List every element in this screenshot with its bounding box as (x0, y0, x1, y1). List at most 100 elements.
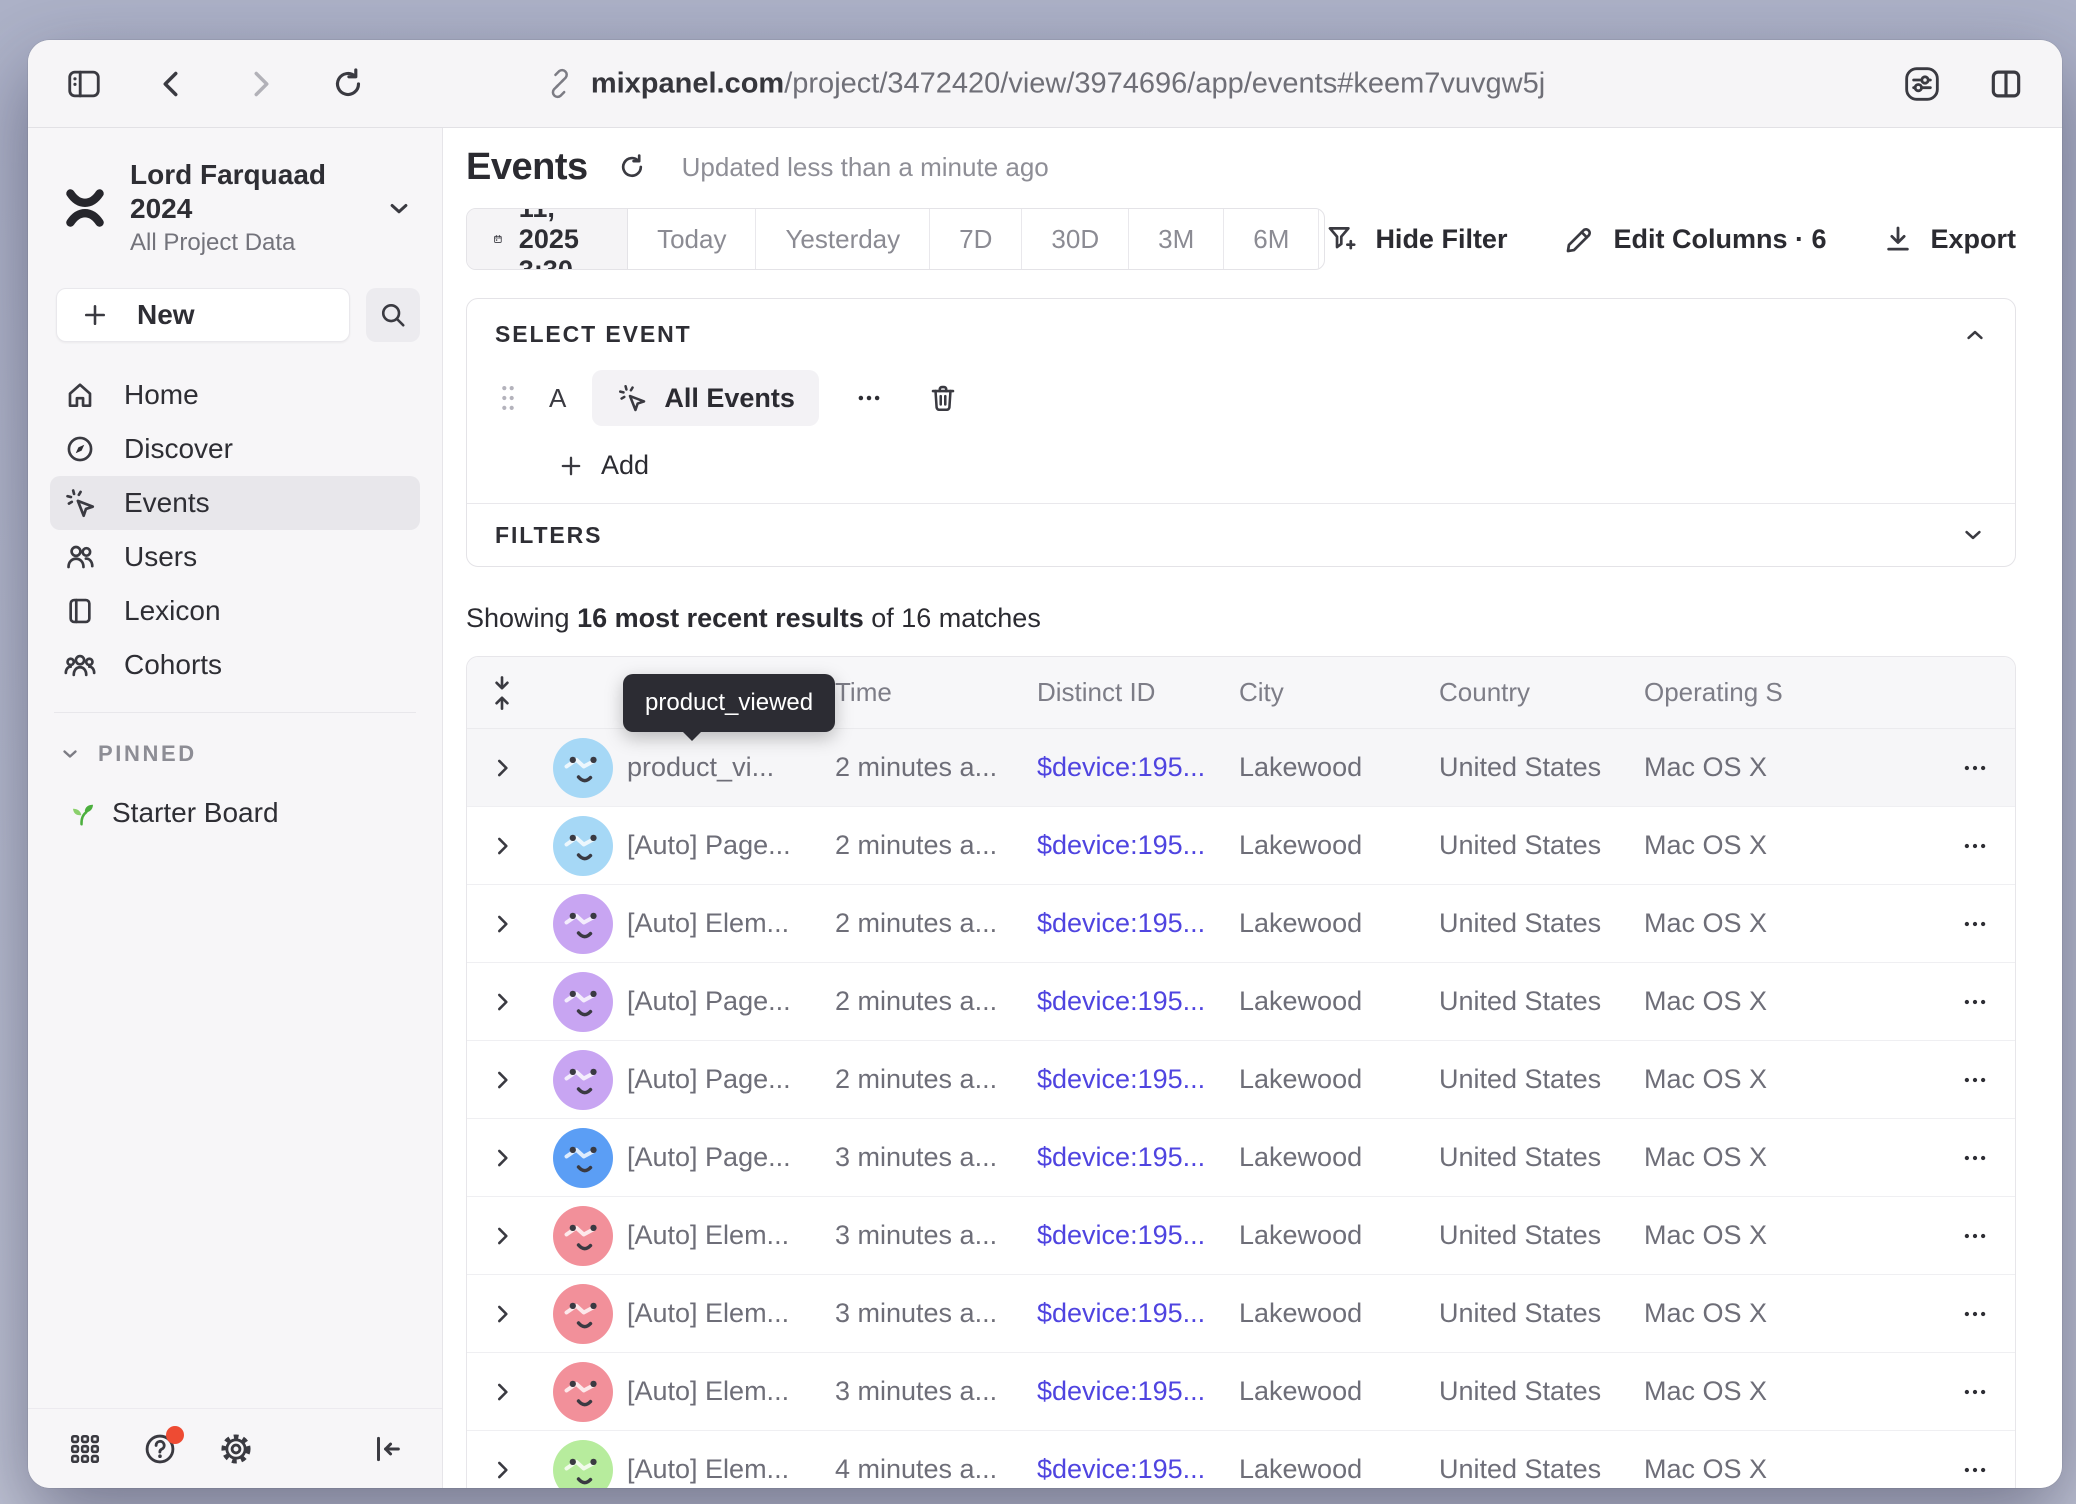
table-row[interactable]: [Auto] Page... 2 minutes a... $device:19… (467, 963, 2015, 1041)
row-menu-button[interactable] (1874, 1455, 2015, 1485)
chevron-up-icon[interactable] (1961, 321, 1989, 349)
expand-row-icon[interactable] (467, 1379, 537, 1405)
collapse-rows-icon[interactable] (467, 675, 537, 711)
sidebar-item-home[interactable]: Home (50, 368, 420, 422)
gear-icon[interactable] (218, 1431, 254, 1467)
desktop-background: mixpanel.com/project/3472420/view/397469… (0, 0, 2076, 1504)
workspace-switcher[interactable]: Lord Farquaad 2024 All Project Data (28, 128, 442, 258)
distinct-id-link[interactable]: $device:195... (1037, 1064, 1239, 1095)
date-picker[interactable]: Mar 11, 2025 3:30 pm (467, 209, 628, 269)
drag-handle-icon[interactable] (499, 382, 517, 414)
preset-today[interactable]: Today (628, 209, 756, 269)
compass-icon (62, 433, 98, 465)
sidebar-item-starter-board[interactable]: Starter Board (28, 767, 442, 829)
expand-row-icon[interactable] (467, 1067, 537, 1093)
distinct-id-link[interactable]: $device:195... (1037, 908, 1239, 939)
tune-icon[interactable] (1900, 62, 1944, 106)
more-dots-icon[interactable] (845, 374, 893, 422)
event-name-cell: product_vi... (627, 752, 835, 783)
event-tooltip: product_viewed (623, 674, 835, 732)
filters-section[interactable]: FILTERS (467, 504, 2015, 566)
column-header-country[interactable]: Country (1439, 677, 1644, 708)
table-row[interactable]: [Auto] Elem... 3 minutes a... $device:19… (467, 1197, 2015, 1275)
column-header-city[interactable]: City (1239, 677, 1439, 708)
table-row[interactable]: [Auto] Elem... 3 minutes a... $device:19… (467, 1353, 2015, 1431)
pinned-section-header[interactable]: PINNED (28, 713, 442, 767)
row-menu-button[interactable] (1874, 1143, 2015, 1173)
collapse-sidebar-icon[interactable] (370, 1432, 404, 1466)
distinct-id-link[interactable]: $device:195... (1037, 752, 1239, 783)
sidebar-item-users[interactable]: Users (50, 530, 420, 584)
distinct-id-link[interactable]: $device:195... (1037, 1298, 1239, 1329)
more-dots-icon (1960, 1143, 1990, 1173)
table-row[interactable]: [Auto] Page... 2 minutes a... $device:19… (467, 1041, 2015, 1119)
pinned-label: PINNED (98, 741, 197, 767)
row-menu-button[interactable] (1874, 1377, 2015, 1407)
distinct-id-link[interactable]: $device:195... (1037, 1454, 1239, 1485)
expand-row-icon[interactable] (467, 989, 537, 1015)
distinct-id-link[interactable]: $device:195... (1037, 1142, 1239, 1173)
search-icon (378, 300, 408, 330)
column-header-time[interactable]: Time (835, 677, 1037, 708)
preset-yesterday[interactable]: Yesterday (756, 209, 930, 269)
event-selector-chip[interactable]: All Events (592, 370, 819, 426)
preset-7d[interactable]: 7D (930, 209, 1022, 269)
sidebar-item-lexicon[interactable]: Lexicon (50, 584, 420, 638)
row-menu-button[interactable] (1874, 831, 2015, 861)
row-menu-button[interactable] (1874, 1299, 2015, 1329)
os-cell: Mac OS X (1644, 752, 1874, 783)
new-button[interactable]: New (56, 288, 350, 342)
sidebar-item-label: Cohorts (124, 649, 222, 681)
expand-row-icon[interactable] (467, 1301, 537, 1327)
distinct-id-link[interactable]: $device:195... (1037, 1376, 1239, 1407)
event-name-cell: [Auto] Elem... (627, 908, 835, 939)
row-menu-button[interactable] (1874, 753, 2015, 783)
city-cell: Lakewood (1239, 1454, 1439, 1485)
main-content: Events Updated less than a minute ago Ma… (443, 128, 2062, 1488)
distinct-id-link[interactable]: $device:195... (1037, 830, 1239, 861)
expand-row-icon[interactable] (467, 1145, 537, 1171)
row-menu-button[interactable] (1874, 1065, 2015, 1095)
refresh-icon[interactable] (612, 147, 652, 187)
sidebar-item-cohorts[interactable]: Cohorts (50, 638, 420, 692)
distinct-id-link[interactable]: $device:195... (1037, 1220, 1239, 1251)
preset-30d[interactable]: 30D (1022, 209, 1129, 269)
add-event-button[interactable]: Add (557, 450, 1987, 481)
search-button[interactable] (366, 288, 420, 342)
column-header-os[interactable]: Operating S (1644, 677, 1874, 708)
hide-filter-button[interactable]: Hide Filter (1325, 222, 1507, 256)
expand-row-icon[interactable] (467, 911, 537, 937)
table-row[interactable]: [Auto] Page... 2 minutes a... $device:19… (467, 807, 2015, 885)
filter-plus-icon (1325, 222, 1359, 256)
sidebar-toggle-icon[interactable] (62, 62, 106, 106)
help-icon[interactable] (142, 1431, 178, 1467)
column-header-distinct-id[interactable]: Distinct ID (1037, 677, 1239, 708)
expand-row-icon[interactable] (467, 1457, 537, 1483)
back-icon[interactable] (150, 62, 194, 106)
os-cell: Mac OS X (1644, 1298, 1874, 1329)
row-menu-button[interactable] (1874, 1221, 2015, 1251)
table-row[interactable]: [Auto] Elem... 2 minutes a... $device:19… (467, 885, 2015, 963)
table-row[interactable]: [Auto] Elem... 3 minutes a... $device:19… (467, 1275, 2015, 1353)
row-menu-button[interactable] (1874, 909, 2015, 939)
apps-grid-icon[interactable] (68, 1432, 102, 1466)
date-picker-value: Mar 11, 2025 3:30 pm (519, 208, 601, 270)
row-menu-button[interactable] (1874, 987, 2015, 1017)
table-row[interactable]: [Auto] Page... 3 minutes a... $device:19… (467, 1119, 2015, 1197)
export-button[interactable]: Export (1882, 223, 2016, 255)
expand-row-icon[interactable] (467, 1223, 537, 1249)
split-view-icon[interactable] (1984, 62, 2028, 106)
address-bar[interactable]: mixpanel.com/project/3472420/view/397469… (545, 67, 1545, 100)
expand-row-icon[interactable] (467, 833, 537, 859)
distinct-id-link[interactable]: $device:195... (1037, 986, 1239, 1017)
table-row[interactable]: [Auto] Elem... 4 minutes a... $device:19… (467, 1431, 2015, 1488)
sidebar-item-discover[interactable]: Discover (50, 422, 420, 476)
trash-icon[interactable] (919, 374, 967, 422)
preset-3m[interactable]: 3M (1129, 209, 1224, 269)
sidebar-item-events[interactable]: Events (50, 476, 420, 530)
notification-dot (166, 1426, 184, 1444)
expand-row-icon[interactable] (467, 755, 537, 781)
reload-icon[interactable] (326, 62, 370, 106)
edit-columns-button[interactable]: Edit Columns · 6 (1563, 222, 1826, 256)
preset-6m[interactable]: 6M (1224, 209, 1319, 269)
